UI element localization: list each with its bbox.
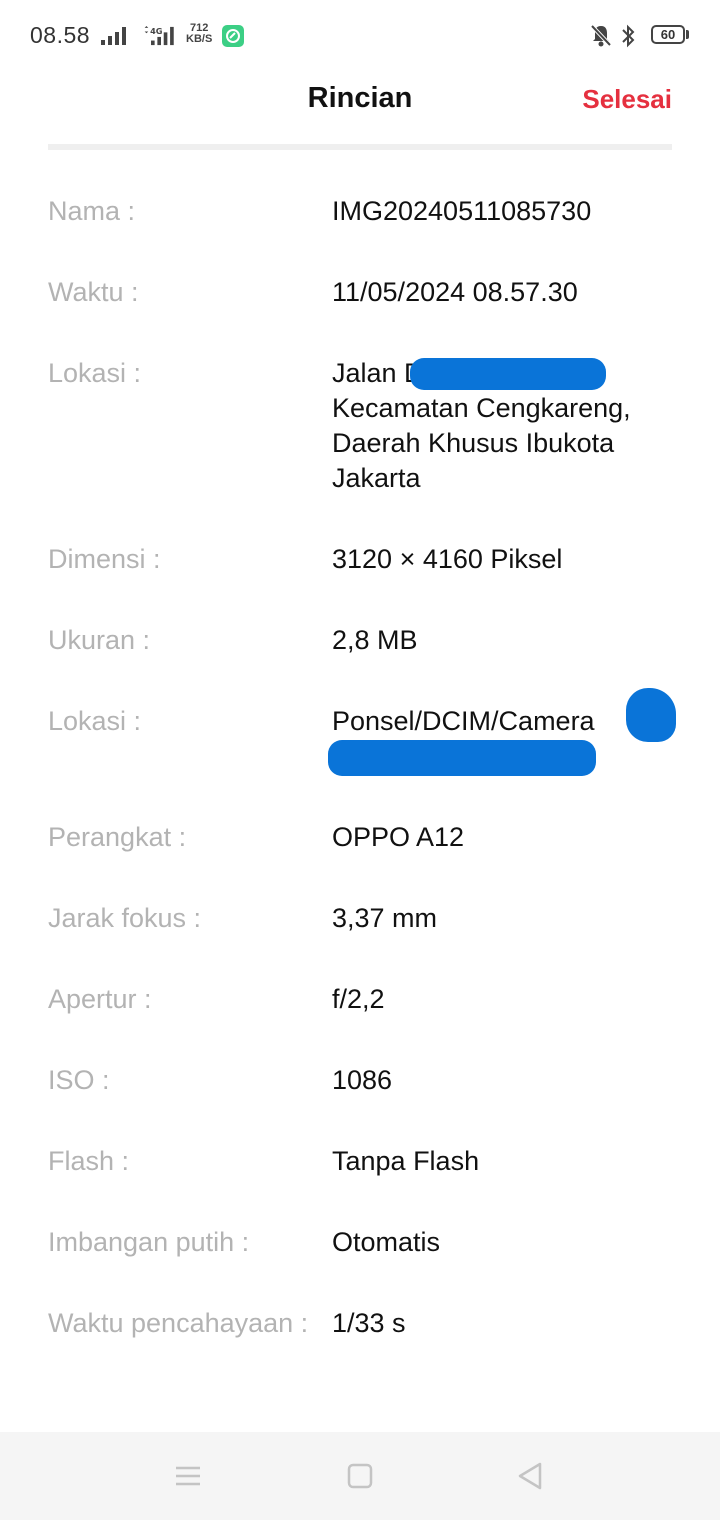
detail-value: Tanpa Flash	[332, 1146, 480, 1176]
redaction-mark	[328, 740, 596, 776]
detail-label: Ukuran :	[48, 625, 151, 655]
detail-label: Lokasi :	[48, 706, 142, 736]
signal-4g-icon: 4G	[144, 26, 174, 46]
system-nav-bar	[0, 1432, 720, 1520]
detail-label: Jarak fokus :	[48, 903, 202, 933]
detail-value: 1/33 s	[332, 1308, 406, 1338]
detail-label: ISO :	[48, 1065, 110, 1095]
detail-value: Otomatis	[332, 1227, 441, 1257]
detail-label: Waktu pencahayaan :	[48, 1308, 309, 1338]
status-bar: 08.58 4G 712 KB/S 60	[0, 0, 720, 72]
detail-label: Dimensi :	[48, 544, 161, 574]
done-button[interactable]: Selesai	[582, 84, 672, 115]
battery-level: 60	[660, 27, 676, 42]
detail-value: OPPO A12	[332, 822, 465, 852]
detail-value: 11/05/2024 08.57.30	[332, 277, 578, 307]
menu-icon[interactable]	[166, 1454, 210, 1498]
detail-label: Lokasi :	[48, 358, 142, 388]
battery-tip	[686, 30, 689, 39]
detail-label: Perangkat :	[48, 822, 187, 852]
app-notification-icon	[222, 25, 244, 47]
home-square-icon[interactable]	[338, 1454, 382, 1498]
detail-value: 1086	[332, 1065, 393, 1095]
network-speed-unit: KB/S	[186, 33, 213, 45]
detail-label: Waktu :	[48, 277, 139, 307]
detail-row-path: Lokasi : Ponsel/DCIM/Camera .jpg	[48, 688, 678, 784]
details-screen: 08.58 4G 712 KB/S 60 Rincian Selesai Nam…	[0, 0, 720, 1520]
detail-value: 3120 × 4160 Piksel	[332, 544, 563, 574]
detail-value: 2,8 MB	[332, 625, 418, 655]
bluetooth-icon	[622, 24, 635, 48]
mute-notification-icon	[590, 24, 612, 47]
redaction-mark	[410, 358, 606, 390]
header-divider	[48, 144, 672, 150]
detail-label: Nama :	[48, 196, 136, 226]
status-time: 08.58	[30, 22, 91, 48]
detail-value: 3,37 mm	[332, 903, 438, 933]
battery-icon: 60	[651, 25, 685, 44]
detail-value: f/2,2	[332, 984, 385, 1014]
network-type-text: 4G	[150, 26, 163, 36]
detail-label: Imbangan putih :	[48, 1227, 250, 1257]
redaction-mark	[626, 688, 676, 742]
detail-row-location: Lokasi : Jalan Duri Kosambi, Kecamatan C…	[48, 356, 678, 496]
network-speed: 712 KB/S	[186, 23, 212, 45]
detail-label: Flash :	[48, 1146, 130, 1176]
detail-label: Apertur :	[48, 984, 152, 1014]
detail-value: IMG20240511085730	[332, 196, 592, 226]
signal-strength-icon	[101, 27, 126, 45]
back-triangle-icon[interactable]	[508, 1454, 552, 1498]
